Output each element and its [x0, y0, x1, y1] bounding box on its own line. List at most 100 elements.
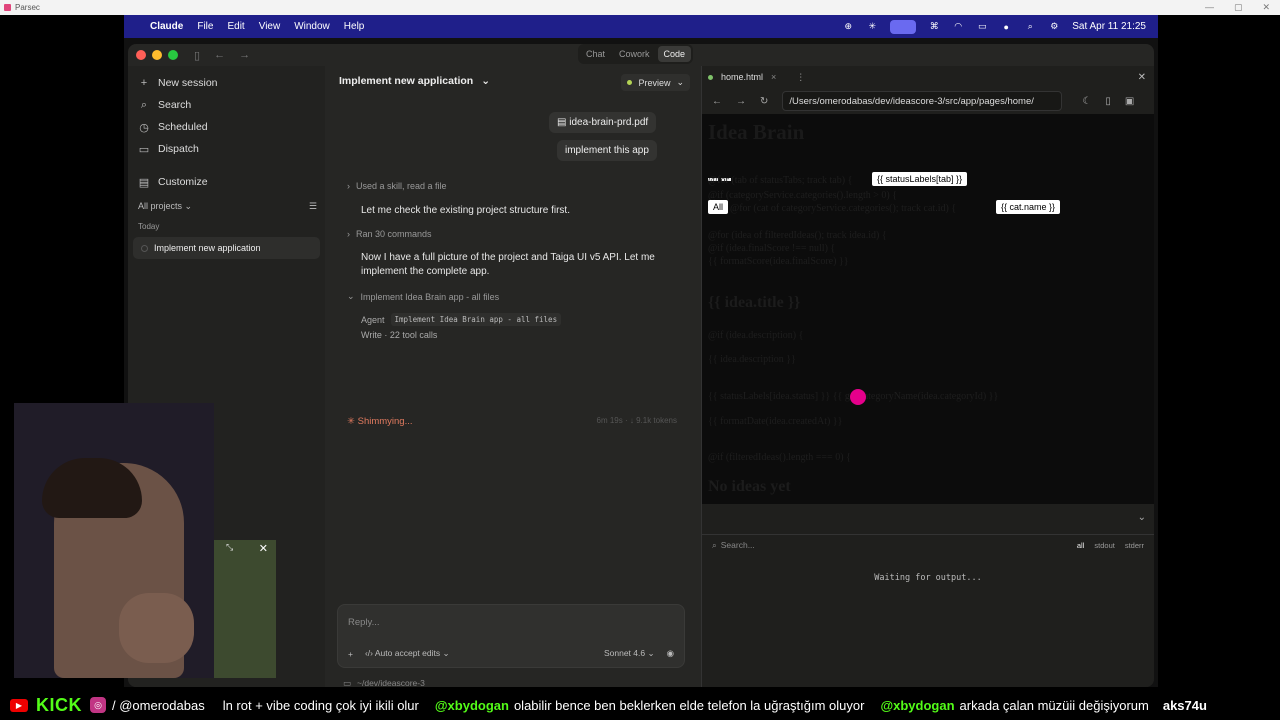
ticker-message: olabilir bence ben beklerken elde telefo…	[513, 697, 865, 713]
control-center-icon[interactable]: ⚙	[1048, 21, 1060, 32]
tab-cowork[interactable]: Cowork	[613, 46, 656, 62]
mini-video-overlay: ⤡ ✕	[214, 540, 276, 678]
step-toggle[interactable]: › Used a skill, read a file	[347, 181, 447, 191]
step-label: Ran 30 commands	[356, 229, 432, 239]
model-selector[interactable]: Sonnet 4.6 ⌄	[604, 648, 655, 659]
all-chip[interactable]: All	[708, 200, 729, 214]
spotlight-icon[interactable]: ⌕	[1024, 21, 1036, 32]
minimize-traffic-light[interactable]	[152, 50, 162, 60]
search-icon: ⌕	[140, 98, 148, 111]
mode-switch: Chat Cowork Code	[578, 44, 694, 64]
send-icon[interactable]: ◉	[667, 648, 674, 659]
step-toggle[interactable]: › Ran 30 commands	[347, 229, 432, 239]
tab-home-html[interactable]: home.html	[721, 72, 763, 82]
webcam-overlay	[14, 403, 214, 678]
console-output: Waiting for output...	[874, 573, 982, 583]
attachment-chip[interactable]: ▤ idea-brain-prd.pdf	[549, 112, 657, 133]
close-button[interactable]: ✕	[1262, 2, 1270, 13]
menu-app[interactable]: Claude	[150, 21, 183, 32]
sidebar-toggle-icon[interactable]: ▯	[194, 49, 200, 62]
sidebar-item-label: Dispatch	[158, 143, 199, 155]
filter-icon[interactable]: ☰	[309, 201, 317, 212]
mobile-icon[interactable]: ▯	[1105, 96, 1111, 107]
forward-arrow-icon[interactable]: →	[736, 96, 746, 107]
control-icon[interactable]: ⌘	[928, 21, 940, 32]
projects-filter[interactable]: All projects ⌄ ☰	[128, 201, 325, 212]
tab-chat[interactable]: Chat	[580, 46, 611, 62]
clock-icon: ◷	[139, 121, 149, 134]
zoom-traffic-light[interactable]	[168, 50, 178, 60]
status-text: ✳ Shimmying...	[347, 416, 413, 427]
more-icon[interactable]: ⋮	[796, 72, 805, 83]
add-icon[interactable]: +	[348, 649, 353, 659]
remote-desktop: Claude File Edit View Window Help ⊕ ✳ ⌘ …	[124, 15, 1158, 687]
ticker-user: aks74u	[1162, 697, 1207, 713]
sparkle-icon[interactable]: ✳	[866, 21, 878, 32]
search-icon: ⌕	[712, 539, 717, 550]
status-q-icon[interactable]: ⊕	[842, 21, 854, 32]
sidebar-item-search[interactable]: ⌕ Search	[128, 94, 325, 116]
menu-file[interactable]: File	[197, 21, 213, 32]
projects-label: All projects	[138, 201, 183, 211]
screen-share-icon[interactable]	[890, 19, 917, 34]
youtube-icon: ▶	[10, 698, 28, 712]
chevron-down-icon[interactable]: ⌄	[702, 512, 1154, 528]
expand-icon[interactable]: ⤡	[226, 542, 233, 553]
moon-icon[interactable]: ☾	[1082, 96, 1091, 107]
filter-stdout[interactable]: stdout	[1094, 541, 1114, 550]
auto-accept-toggle[interactable]: ‹/› Auto accept edits ⌄	[365, 648, 450, 659]
status-tab-chip[interactable]: {{ statusLabels[tab] }}	[872, 172, 968, 186]
menu-help[interactable]: Help	[344, 21, 365, 32]
battery-icon[interactable]: ▭	[976, 21, 988, 32]
menu-edit[interactable]: Edit	[227, 21, 244, 32]
tab-close-icon[interactable]: ×	[771, 72, 776, 82]
assistant-text: Let me check the existing project struct…	[361, 205, 570, 216]
template-line: {{ formatDate(idea.createdAt) }}	[708, 416, 843, 427]
menu-window[interactable]: Window	[294, 21, 330, 32]
menubar-clock[interactable]: Sat Apr 11 21:25	[1072, 21, 1146, 32]
console-search[interactable]: ⌕ Search... all stdout stderr	[702, 535, 1154, 555]
preview-label: Preview	[638, 77, 671, 88]
step-toggle[interactable]: ⌄ Implement Idea Brain app - all files	[347, 291, 499, 302]
ticker-handle: / @omerodabas	[112, 697, 205, 713]
panel-close-icon[interactable]: ✕	[1138, 72, 1146, 83]
agent-task: Implement Idea Brain app - all files	[390, 313, 562, 326]
sidebar-item-new-session[interactable]: + New session	[128, 72, 325, 94]
sidebar-item-customize[interactable]: ▤ Customize	[128, 171, 325, 193]
cwd-row[interactable]: ▭ ~/dev/ideascore-3	[343, 678, 425, 687]
console-search-input[interactable]: Search...	[721, 540, 755, 550]
minimize-button[interactable]: —	[1205, 2, 1214, 13]
reload-icon[interactable]: ↻	[760, 96, 768, 107]
url-bar: ← → ↻ /Users/omerodabas/dev/ideascore-3/…	[702, 88, 1154, 114]
sidebar-item-label: Scheduled	[158, 121, 208, 133]
close-traffic-light[interactable]	[136, 50, 146, 60]
back-arrow-icon[interactable]: ←	[712, 96, 722, 107]
forward-arrow-icon[interactable]: →	[239, 49, 250, 62]
sidebar-item-scheduled[interactable]: ◷ Scheduled	[128, 116, 325, 138]
session-item[interactable]: Implement new application	[133, 237, 320, 259]
category-chip[interactable]: {{ cat.name }}	[996, 200, 1061, 214]
agent-row[interactable]: Agent Implement Idea Brain app - all file…	[361, 313, 562, 326]
empty-state: No ideas yet	[708, 478, 791, 495]
filter-stderr[interactable]: stderr	[1125, 541, 1144, 550]
parsec-title: Parsec	[15, 3, 40, 12]
mac-menubar: Claude File Edit View Window Help ⊕ ✳ ⌘ …	[124, 15, 1158, 38]
tab-code[interactable]: Code	[657, 46, 692, 62]
maximize-button[interactable]: ▢	[1234, 2, 1243, 13]
preview-button[interactable]: Preview ⌄	[621, 74, 690, 91]
idea-title: {{ idea.title }}	[708, 294, 801, 311]
back-arrow-icon[interactable]: ←	[214, 49, 225, 62]
reply-input[interactable]: Reply...	[348, 617, 380, 628]
sidebar-item-dispatch[interactable]: ▭ Dispatch	[128, 138, 325, 160]
wifi-icon[interactable]: ◠	[952, 21, 964, 32]
user-icon[interactable]: ●	[1000, 22, 1012, 32]
chat-title: Implement new application	[339, 75, 474, 87]
url-input[interactable]: /Users/omerodabas/dev/ideascore-3/src/ap…	[782, 91, 1063, 111]
session-status-icon	[141, 244, 148, 252]
filter-all[interactable]: all	[1077, 541, 1085, 550]
session-label: Implement new application	[154, 243, 261, 253]
devtools-icon[interactable]: ▣	[1125, 96, 1134, 107]
menu-view[interactable]: View	[259, 21, 281, 32]
reply-box[interactable]: Reply... + ‹/› Auto accept edits ⌄ Sonne…	[337, 604, 685, 668]
close-icon[interactable]: ✕	[259, 542, 268, 555]
